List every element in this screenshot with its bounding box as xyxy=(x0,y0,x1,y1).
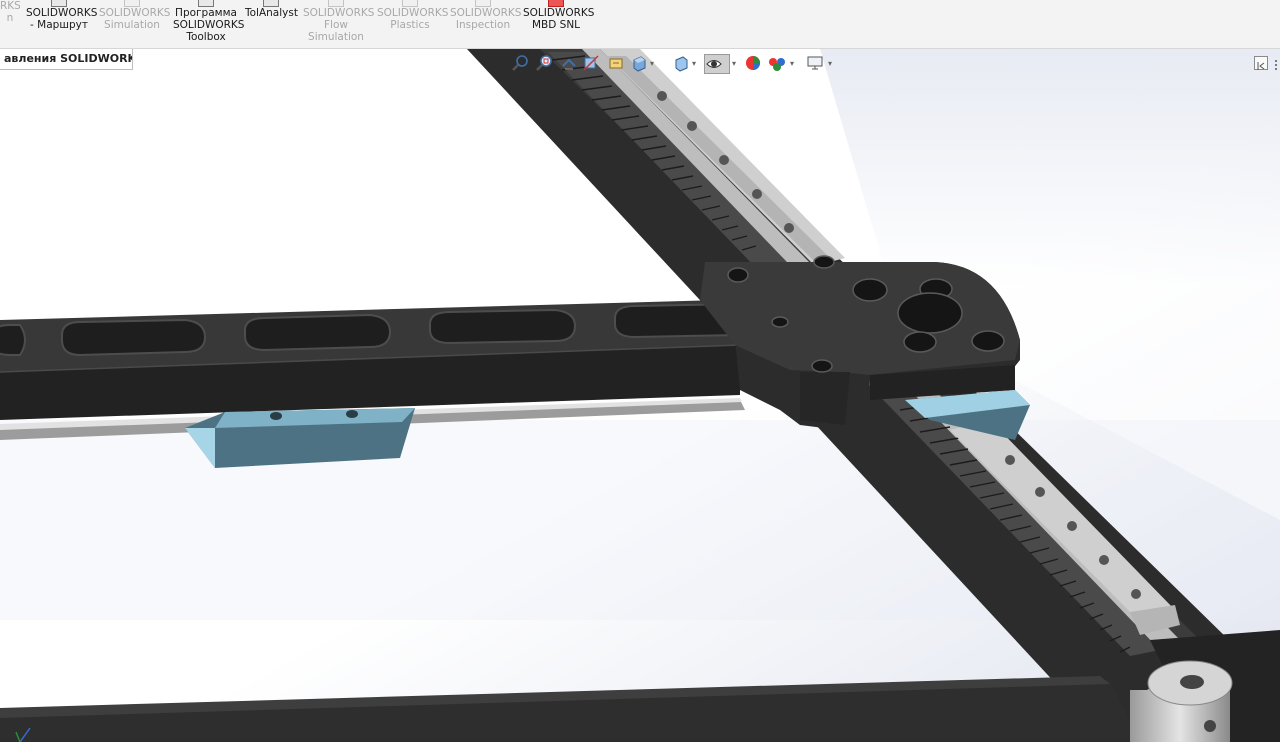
hide-show-caret-icon[interactable]: ▾ xyxy=(732,59,736,68)
section-view-icon[interactable] xyxy=(582,54,600,72)
ribbon-button-flow-simulation[interactable]: SOLIDWORKS Flow Simulation xyxy=(303,0,374,43)
plastics-icon xyxy=(402,0,418,7)
toolbox-icon xyxy=(198,0,214,7)
ribbon-button-routing[interactable]: SOLIDWORKS - Маршрут xyxy=(26,0,97,31)
zoom-to-fit-icon[interactable] xyxy=(512,54,530,72)
reference-triad-icon xyxy=(14,722,40,743)
ribbon-button-toolbox[interactable]: Программа SOLIDWORKS Toolbox xyxy=(173,0,244,43)
mbd-snl-icon xyxy=(548,0,564,7)
ribbon-button-mbd-snl[interactable]: SOLIDWORKS MBD SNL xyxy=(523,0,594,31)
simulation-icon xyxy=(124,0,140,7)
zoom-to-area-icon[interactable] xyxy=(536,54,554,72)
view-orientation-icon[interactable] xyxy=(630,54,648,72)
hide-show-items-icon[interactable] xyxy=(704,54,730,74)
assembly-model xyxy=(0,49,1280,742)
previous-view-icon[interactable] xyxy=(560,54,578,72)
ribbon-button-simulation[interactable]: SOLIDWORKS Simulation xyxy=(99,0,170,31)
view-settings-caret-icon[interactable]: ▾ xyxy=(828,59,832,68)
apply-scene-icon[interactable] xyxy=(768,54,786,72)
tolanalyst-icon xyxy=(263,0,279,7)
document-tab[interactable]: авления SOLIDWORKS xyxy=(0,49,133,70)
view-orientation-caret-icon[interactable]: ▾ xyxy=(650,59,654,68)
inspection-icon xyxy=(475,0,491,7)
flow-simulation-icon xyxy=(328,0,344,7)
graphics-viewport[interactable] xyxy=(0,49,1280,742)
collapse-panel-icon[interactable] xyxy=(1254,56,1268,70)
display-style-icon[interactable] xyxy=(672,54,690,72)
command-manager-ribbon: RKS n SOLIDWORKS - Маршрут SOLIDWORKS Si… xyxy=(0,0,1280,49)
carriage-left xyxy=(185,408,415,468)
ribbon-button-truncated[interactable]: RKS n xyxy=(0,0,20,24)
more-options-icon[interactable] xyxy=(1270,56,1280,70)
ribbon-button-inspection[interactable]: SOLIDWORKS Inspection xyxy=(450,0,521,31)
routing-icon xyxy=(51,0,67,7)
dynamic-annotation-icon[interactable] xyxy=(608,54,626,72)
ribbon-button-tolanalyst[interactable]: TolAnalyst xyxy=(245,0,298,19)
display-style-caret-icon[interactable]: ▾ xyxy=(692,59,696,68)
edit-appearance-icon[interactable] xyxy=(744,54,762,72)
view-settings-icon[interactable] xyxy=(806,54,824,72)
ribbon-button-plastics[interactable]: SOLIDWORKS Plastics xyxy=(377,0,448,31)
apply-scene-caret-icon[interactable]: ▾ xyxy=(790,59,794,68)
